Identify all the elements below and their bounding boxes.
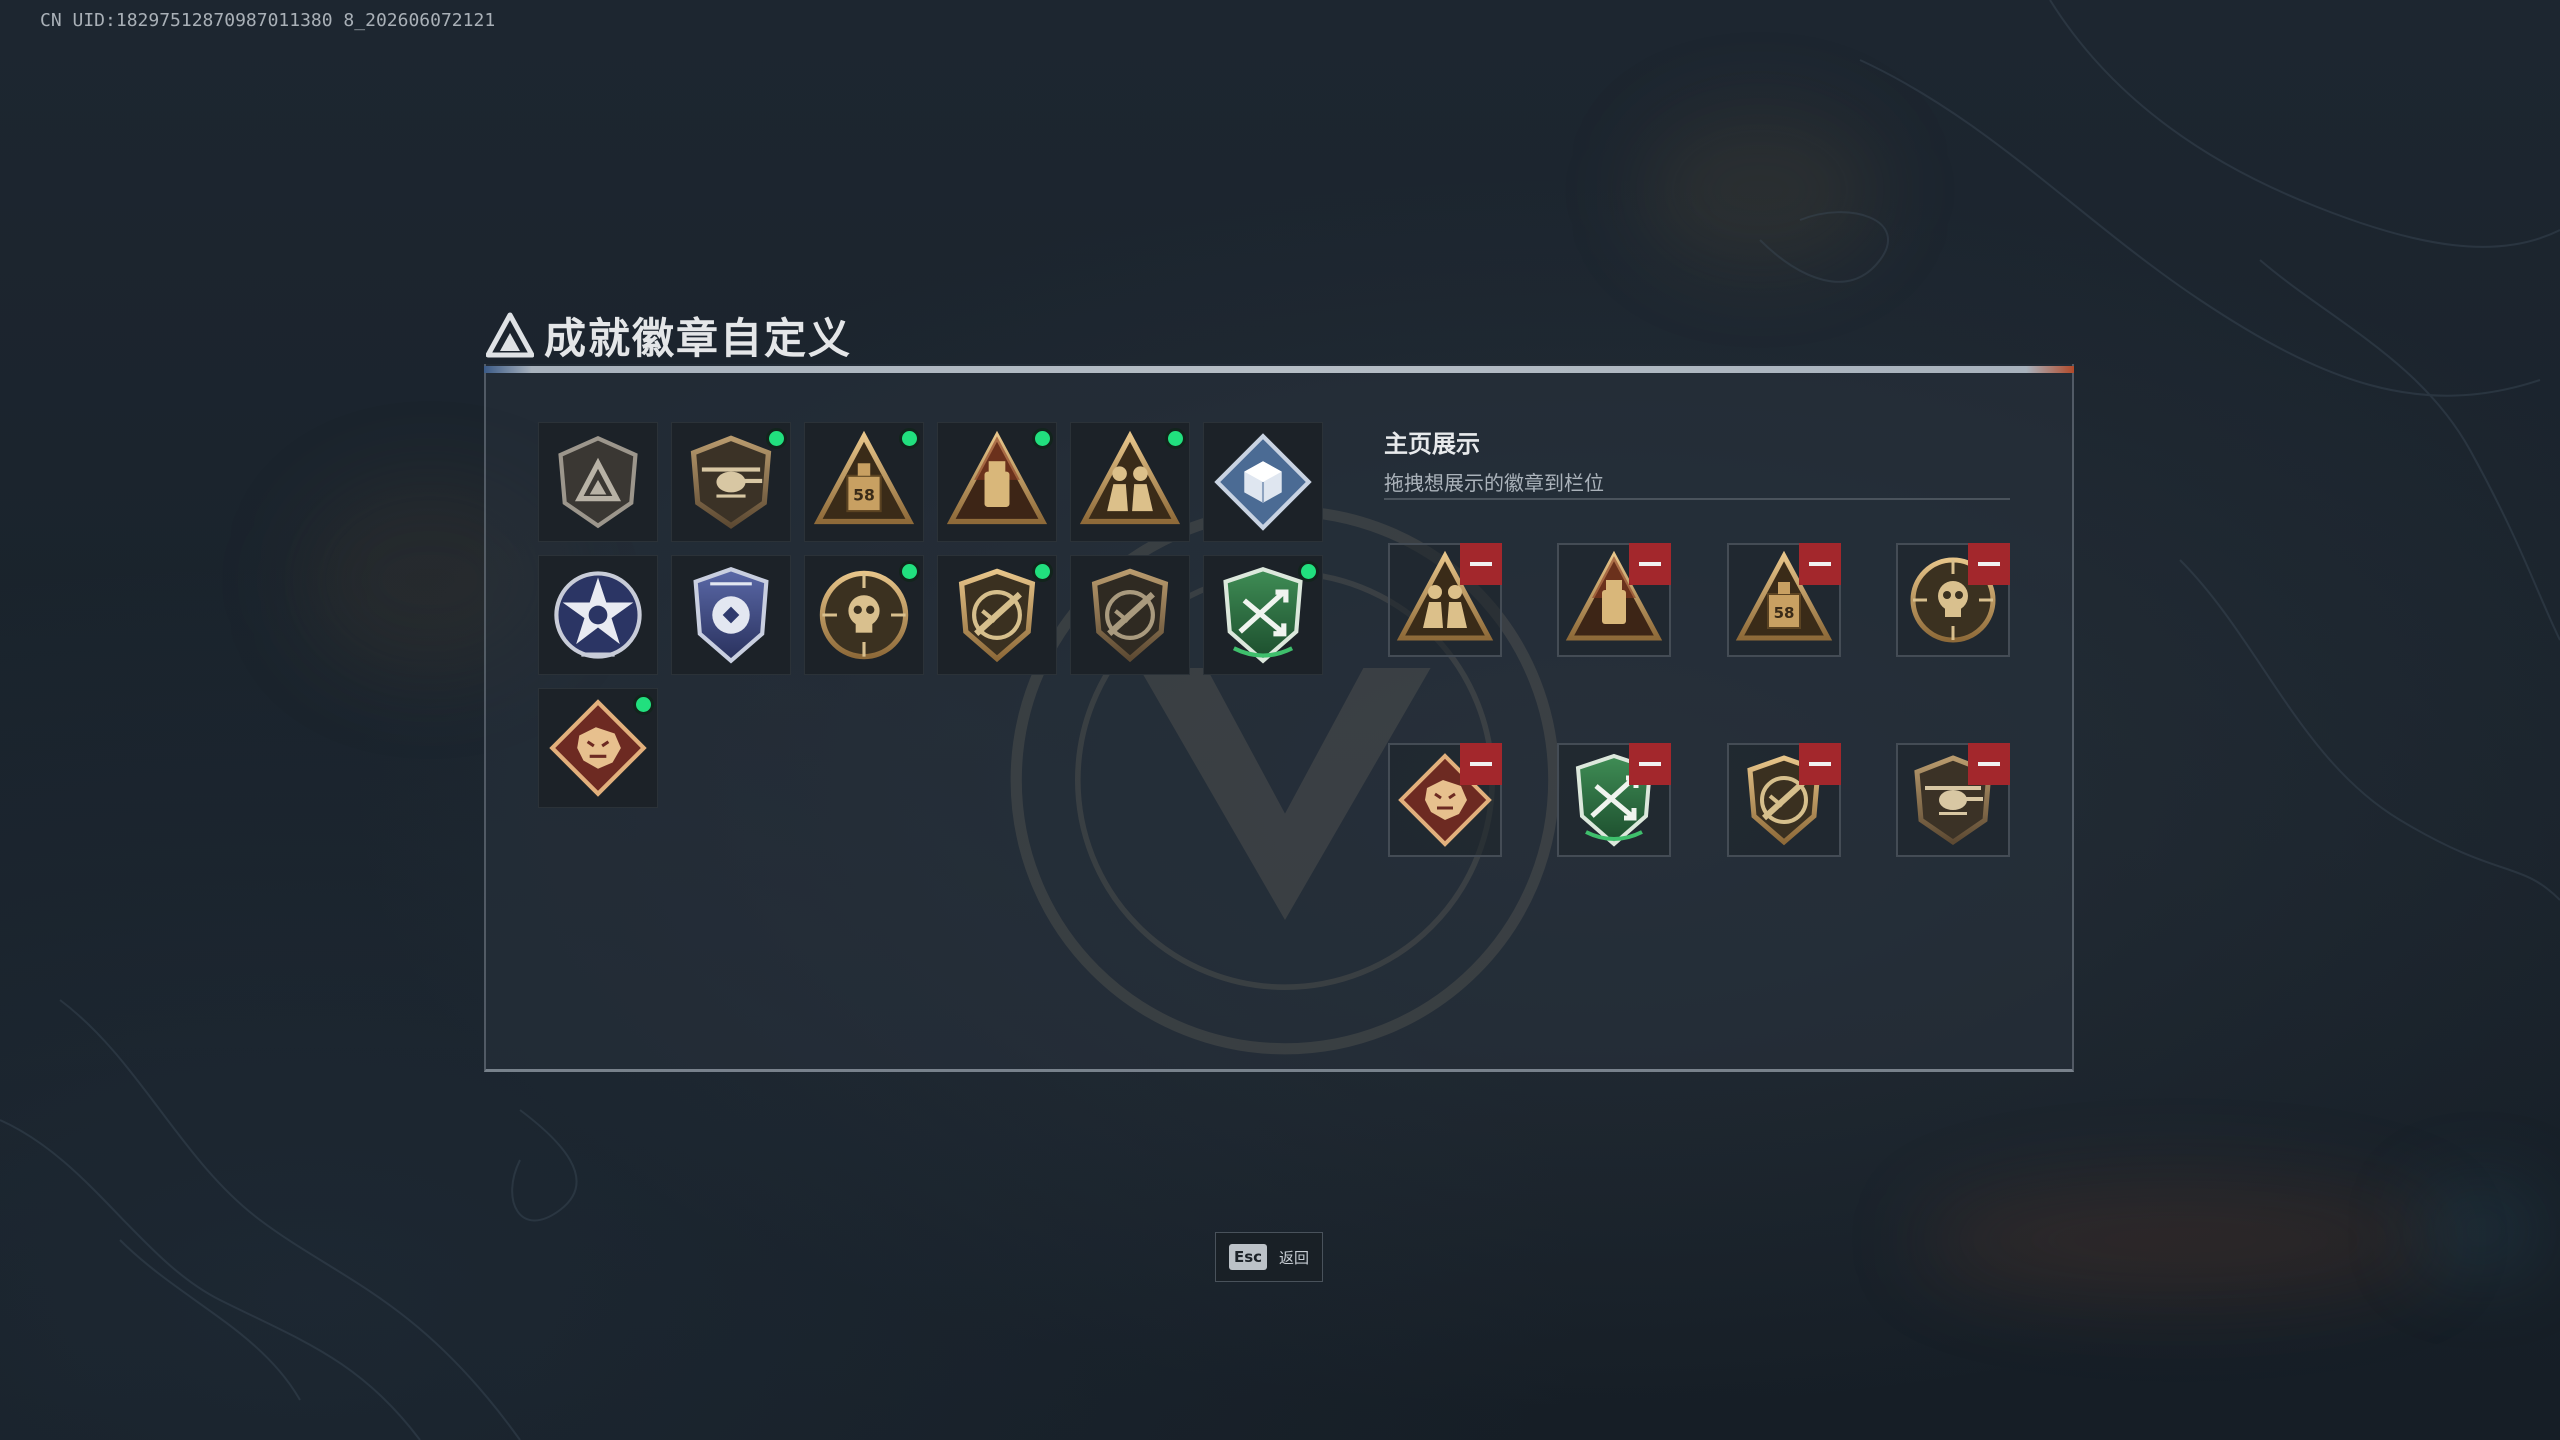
new-indicator-dot [1298, 561, 1319, 582]
new-indicator-dot [899, 428, 920, 449]
remove-badge-button[interactable] [1799, 543, 1841, 585]
remove-badge-button[interactable] [1460, 743, 1502, 785]
triangle-logo-icon [486, 312, 534, 358]
badge-slot-robot-triangle[interactable] [937, 422, 1057, 542]
new-indicator-dot [1032, 428, 1053, 449]
blue-shield-badge-icon [679, 563, 783, 667]
panel-top-border [484, 366, 2074, 373]
tank-58-triangle-badge-icon [812, 430, 916, 534]
minus-icon [1470, 762, 1492, 766]
skull-crosshair-badge-icon [812, 563, 916, 667]
remove-badge-button[interactable] [1460, 543, 1502, 585]
display-slot-2[interactable] [1557, 543, 1671, 657]
badge-slot-green-arrows-shield[interactable] [1203, 555, 1323, 675]
esc-key-hint: Esc [1228, 1244, 1268, 1270]
display-section-title: 主页展示 [1384, 430, 1480, 458]
new-indicator-dot [633, 694, 654, 715]
minus-icon [1809, 762, 1831, 766]
remove-badge-button[interactable] [1629, 543, 1671, 585]
new-indicator-dot [1165, 428, 1186, 449]
back-label: 返回 [1279, 1248, 1310, 1267]
page-title: 成就徽章自定义 [544, 313, 853, 363]
display-divider [1384, 498, 2010, 500]
badge-slot-rifle-shield-dim[interactable] [1070, 555, 1190, 675]
display-slot-5[interactable] [1388, 743, 1502, 857]
display-slot-8[interactable] [1896, 743, 2010, 857]
badge-slot-helicopter-shield[interactable] [671, 422, 791, 542]
gray-triangle-shield-badge-icon [546, 430, 650, 534]
back-button[interactable]: Esc 返回 [1215, 1232, 1323, 1282]
helicopter-shield-badge-icon [679, 430, 783, 534]
display-slot-4[interactable] [1896, 543, 2010, 657]
badge-slot-dragon-diamond[interactable] [538, 688, 658, 808]
badge-slot-rifle-shield[interactable] [937, 555, 1057, 675]
robot-triangle-badge-icon [945, 430, 1049, 534]
display-slot-1[interactable] [1388, 543, 1502, 657]
rifle-shield-badge-icon [945, 563, 1049, 667]
display-slot-7[interactable] [1727, 743, 1841, 857]
remove-badge-button[interactable] [1968, 543, 2010, 585]
display-slot-3[interactable] [1727, 543, 1841, 657]
badge-slot-tank-58-triangle[interactable] [804, 422, 924, 542]
badge-slot-soldiers-triangle[interactable] [1070, 422, 1190, 542]
badge-slot-star-wreath[interactable] [538, 555, 658, 675]
display-slot-6[interactable] [1557, 743, 1671, 857]
minus-icon [1470, 562, 1492, 566]
minus-icon [1639, 562, 1661, 566]
badge-slot-blue-shield[interactable] [671, 555, 791, 675]
uid-label: CN UID:18297512870987011380 8_2026060721… [40, 10, 496, 31]
page-header: 成就徽章自定义 [486, 310, 852, 363]
remove-badge-button[interactable] [1629, 743, 1671, 785]
new-indicator-dot [1032, 561, 1053, 582]
minus-icon [1978, 562, 2000, 566]
star-wreath-badge-icon [546, 563, 650, 667]
soldiers-triangle-badge-icon [1078, 430, 1182, 534]
new-indicator-dot [766, 428, 787, 449]
new-indicator-dot [899, 561, 920, 582]
remove-badge-button[interactable] [1968, 743, 2010, 785]
badge-slot-gray-triangle-shield[interactable] [538, 422, 658, 542]
display-section-subtitle: 拖拽想展示的徽章到栏位 [1384, 471, 1604, 495]
display-section-header: 主页展示 拖拽想展示的徽章到栏位 [1384, 424, 1604, 496]
remove-badge-button[interactable] [1799, 743, 1841, 785]
minus-icon [1978, 762, 2000, 766]
cube-diamond-badge-icon [1211, 430, 1315, 534]
minus-icon [1809, 562, 1831, 566]
green-arrows-shield-badge-icon [1211, 563, 1315, 667]
badge-slot-cube-diamond[interactable] [1203, 422, 1323, 542]
rifle-shield-dim-badge-icon [1078, 563, 1182, 667]
badge-slot-skull-crosshair[interactable] [804, 555, 924, 675]
dragon-diamond-badge-icon [546, 696, 650, 800]
minus-icon [1639, 762, 1661, 766]
